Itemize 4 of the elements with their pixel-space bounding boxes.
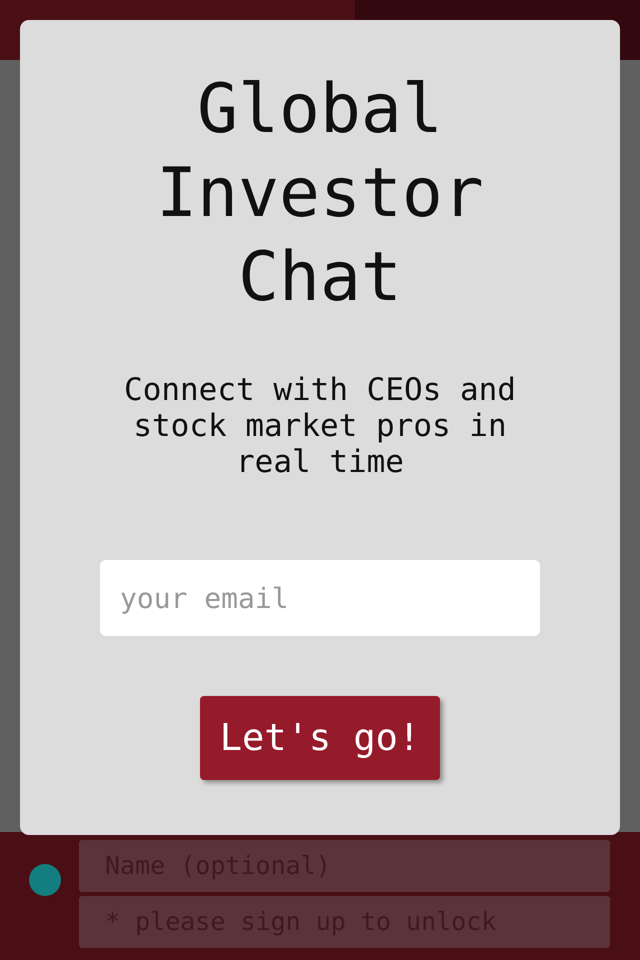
dialog-subtitle: Connect with CEOs and stock market pros in real time [123, 372, 517, 480]
dialog-title: Global Investor Chat [155, 69, 485, 319]
lets-go-button[interactable]: Let's go! [200, 696, 440, 780]
email-field[interactable]: your email [100, 560, 540, 636]
